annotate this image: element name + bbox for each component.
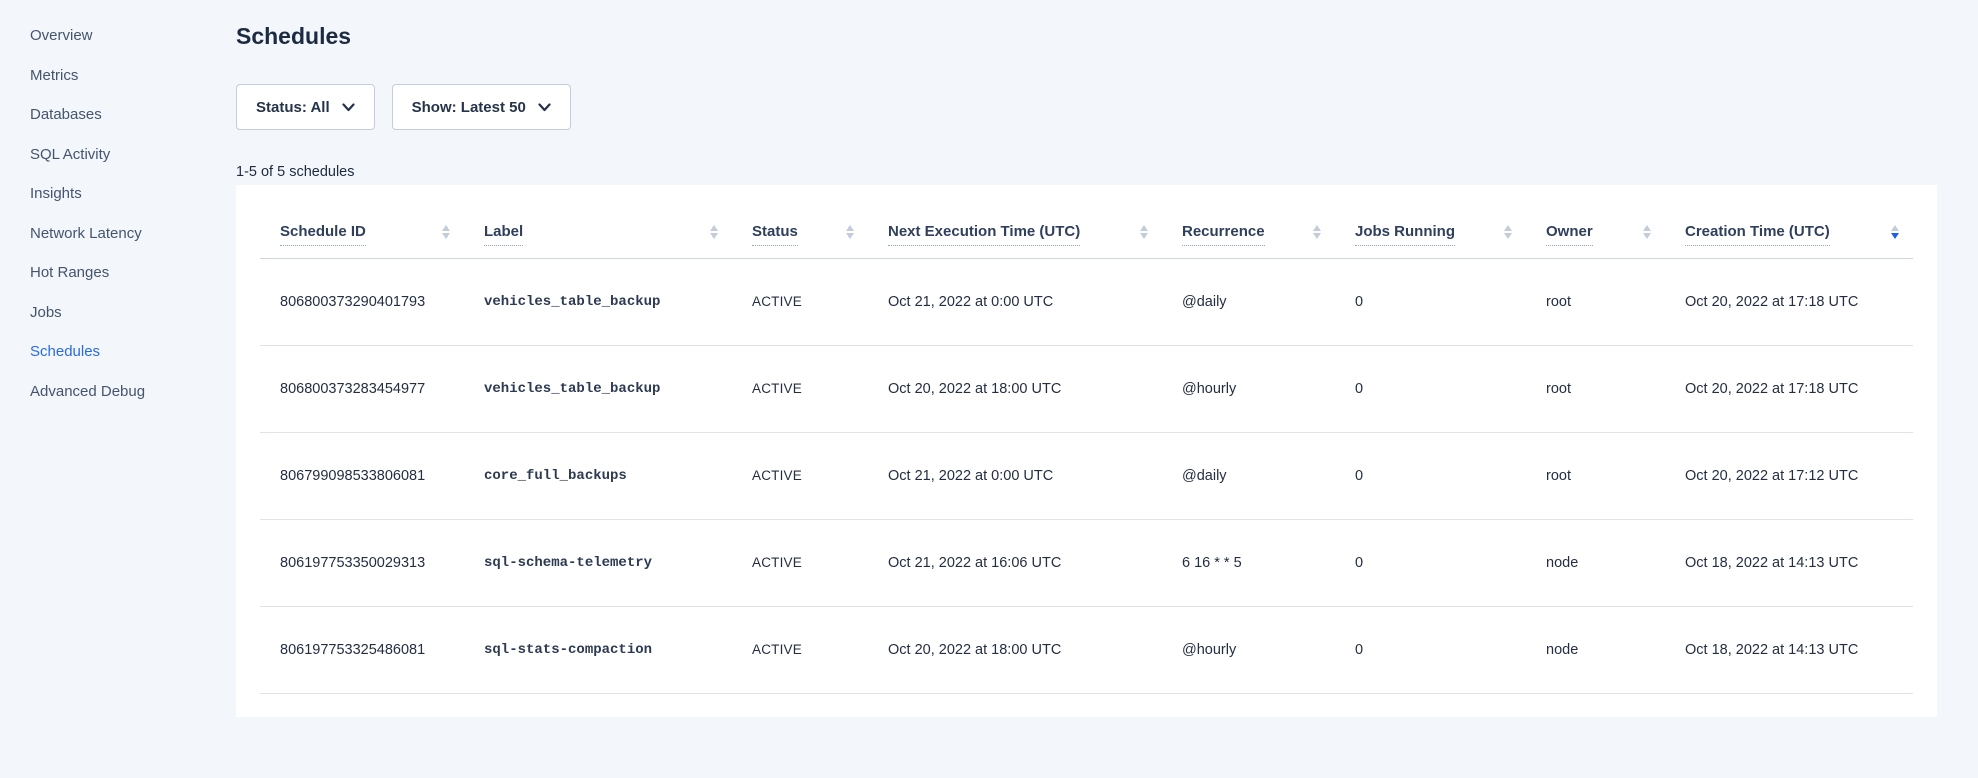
table-row: 806799098533806081 core_full_backups ACT… (260, 432, 1913, 519)
cell-owner: node (1526, 519, 1665, 606)
sort-icon (846, 225, 854, 239)
cell-schedule-id: 806197753350029313 (260, 519, 464, 606)
cell-creation-time: Oct 18, 2022 at 14:13 UTC (1665, 519, 1913, 606)
column-header-owner[interactable]: Owner (1526, 185, 1665, 258)
chevron-down-icon (342, 99, 355, 116)
table-header-row: Schedule ID Label Status Next Execution … (260, 185, 1913, 258)
cell-schedule-id: 806800373290401793 (260, 258, 464, 345)
sidebar-item-metrics[interactable]: Metrics (30, 66, 236, 86)
cell-next-execution: Oct 21, 2022 at 0:00 UTC (868, 258, 1162, 345)
cell-creation-time: Oct 18, 2022 at 14:13 UTC (1665, 606, 1913, 693)
column-label: Owner (1546, 223, 1593, 246)
cell-label: vehicles_table_backup (464, 258, 732, 345)
cell-recurrence: 6 16 * * 5 (1162, 519, 1335, 606)
show-filter-dropdown[interactable]: Show: Latest 50 (392, 84, 571, 130)
sidebar-item-insights[interactable]: Insights (30, 184, 236, 204)
cell-owner: root (1526, 258, 1665, 345)
status-filter-label: Status: All (256, 99, 330, 116)
sidebar-item-databases[interactable]: Databases (30, 105, 236, 125)
sidebar-item-sql-activity[interactable]: SQL Activity (30, 145, 236, 165)
cell-jobs-running: 0 (1335, 345, 1526, 432)
table-row: 806800373283454977 vehicles_table_backup… (260, 345, 1913, 432)
cell-owner: root (1526, 345, 1665, 432)
cell-label: sql-stats-compaction (464, 606, 732, 693)
cell-jobs-running: 0 (1335, 258, 1526, 345)
column-header-label[interactable]: Label (464, 185, 732, 258)
cell-status: ACTIVE (732, 432, 868, 519)
column-label: Recurrence (1182, 223, 1265, 246)
sidebar-nav: Overview Metrics Databases SQL Activity … (30, 26, 236, 402)
cell-creation-time: Oct 20, 2022 at 17:12 UTC (1665, 432, 1913, 519)
sort-icon (1643, 225, 1651, 239)
cell-next-execution: Oct 20, 2022 at 18:00 UTC (868, 606, 1162, 693)
sidebar: Overview Metrics Databases SQL Activity … (0, 0, 236, 778)
cell-status: ACTIVE (732, 606, 868, 693)
sort-icon (442, 225, 450, 239)
table-row: 806197753325486081 sql-stats-compaction … (260, 606, 1913, 693)
cell-owner: node (1526, 606, 1665, 693)
column-header-recurrence[interactable]: Recurrence (1162, 185, 1335, 258)
column-label: Schedule ID (280, 223, 366, 246)
sort-icon (710, 225, 718, 239)
cell-owner: root (1526, 432, 1665, 519)
sort-icon-active-desc (1891, 225, 1899, 239)
sidebar-item-advanced-debug[interactable]: Advanced Debug (30, 382, 236, 402)
cell-jobs-running: 0 (1335, 519, 1526, 606)
cell-label: core_full_backups (464, 432, 732, 519)
sort-icon (1140, 225, 1148, 239)
table-row: 806197753350029313 sql-schema-telemetry … (260, 519, 1913, 606)
cell-next-execution: Oct 20, 2022 at 18:00 UTC (868, 345, 1162, 432)
sort-icon (1504, 225, 1512, 239)
results-count: 1-5 of 5 schedules (236, 163, 1937, 181)
main-content: Schedules Status: All Show: Latest 50 1-… (236, 0, 1937, 717)
sidebar-item-jobs[interactable]: Jobs (30, 303, 236, 323)
cell-jobs-running: 0 (1335, 432, 1526, 519)
cell-creation-time: Oct 20, 2022 at 17:18 UTC (1665, 258, 1913, 345)
column-header-schedule-id[interactable]: Schedule ID (260, 185, 464, 258)
column-header-creation-time[interactable]: Creation Time (UTC) (1665, 185, 1913, 258)
cell-status: ACTIVE (732, 345, 868, 432)
cell-schedule-id: 806799098533806081 (260, 432, 464, 519)
filter-bar: Status: All Show: Latest 50 (236, 84, 1937, 130)
page-title: Schedules (236, 22, 1937, 50)
cell-status: ACTIVE (732, 258, 868, 345)
cell-creation-time: Oct 20, 2022 at 17:18 UTC (1665, 345, 1913, 432)
column-header-next-execution-time[interactable]: Next Execution Time (UTC) (868, 185, 1162, 258)
column-label: Next Execution Time (UTC) (888, 223, 1080, 246)
sidebar-item-hot-ranges[interactable]: Hot Ranges (30, 263, 236, 283)
cell-recurrence: @daily (1162, 432, 1335, 519)
sidebar-item-network-latency[interactable]: Network Latency (30, 224, 236, 244)
cell-label: vehicles_table_backup (464, 345, 732, 432)
table-row: 806800373290401793 vehicles_table_backup… (260, 258, 1913, 345)
schedules-table: Schedule ID Label Status Next Execution … (260, 185, 1913, 694)
chevron-down-icon (538, 99, 551, 116)
cell-next-execution: Oct 21, 2022 at 16:06 UTC (868, 519, 1162, 606)
show-filter-label: Show: Latest 50 (412, 99, 526, 116)
column-label: Creation Time (UTC) (1685, 223, 1830, 246)
status-filter-dropdown[interactable]: Status: All (236, 84, 375, 130)
cell-recurrence: @hourly (1162, 606, 1335, 693)
sort-icon (1313, 225, 1321, 239)
cell-jobs-running: 0 (1335, 606, 1526, 693)
column-header-status[interactable]: Status (732, 185, 868, 258)
cell-schedule-id: 806197753325486081 (260, 606, 464, 693)
cell-label: sql-schema-telemetry (464, 519, 732, 606)
cell-next-execution: Oct 21, 2022 at 0:00 UTC (868, 432, 1162, 519)
sidebar-item-schedules[interactable]: Schedules (30, 342, 236, 362)
cell-status: ACTIVE (732, 519, 868, 606)
cell-schedule-id: 806800373283454977 (260, 345, 464, 432)
schedules-table-card: Schedule ID Label Status Next Execution … (236, 185, 1937, 717)
cell-recurrence: @hourly (1162, 345, 1335, 432)
cell-recurrence: @daily (1162, 258, 1335, 345)
column-label: Status (752, 223, 798, 246)
column-label: Label (484, 223, 523, 246)
column-header-jobs-running[interactable]: Jobs Running (1335, 185, 1526, 258)
column-label: Jobs Running (1355, 223, 1455, 246)
sidebar-item-overview[interactable]: Overview (30, 26, 236, 46)
